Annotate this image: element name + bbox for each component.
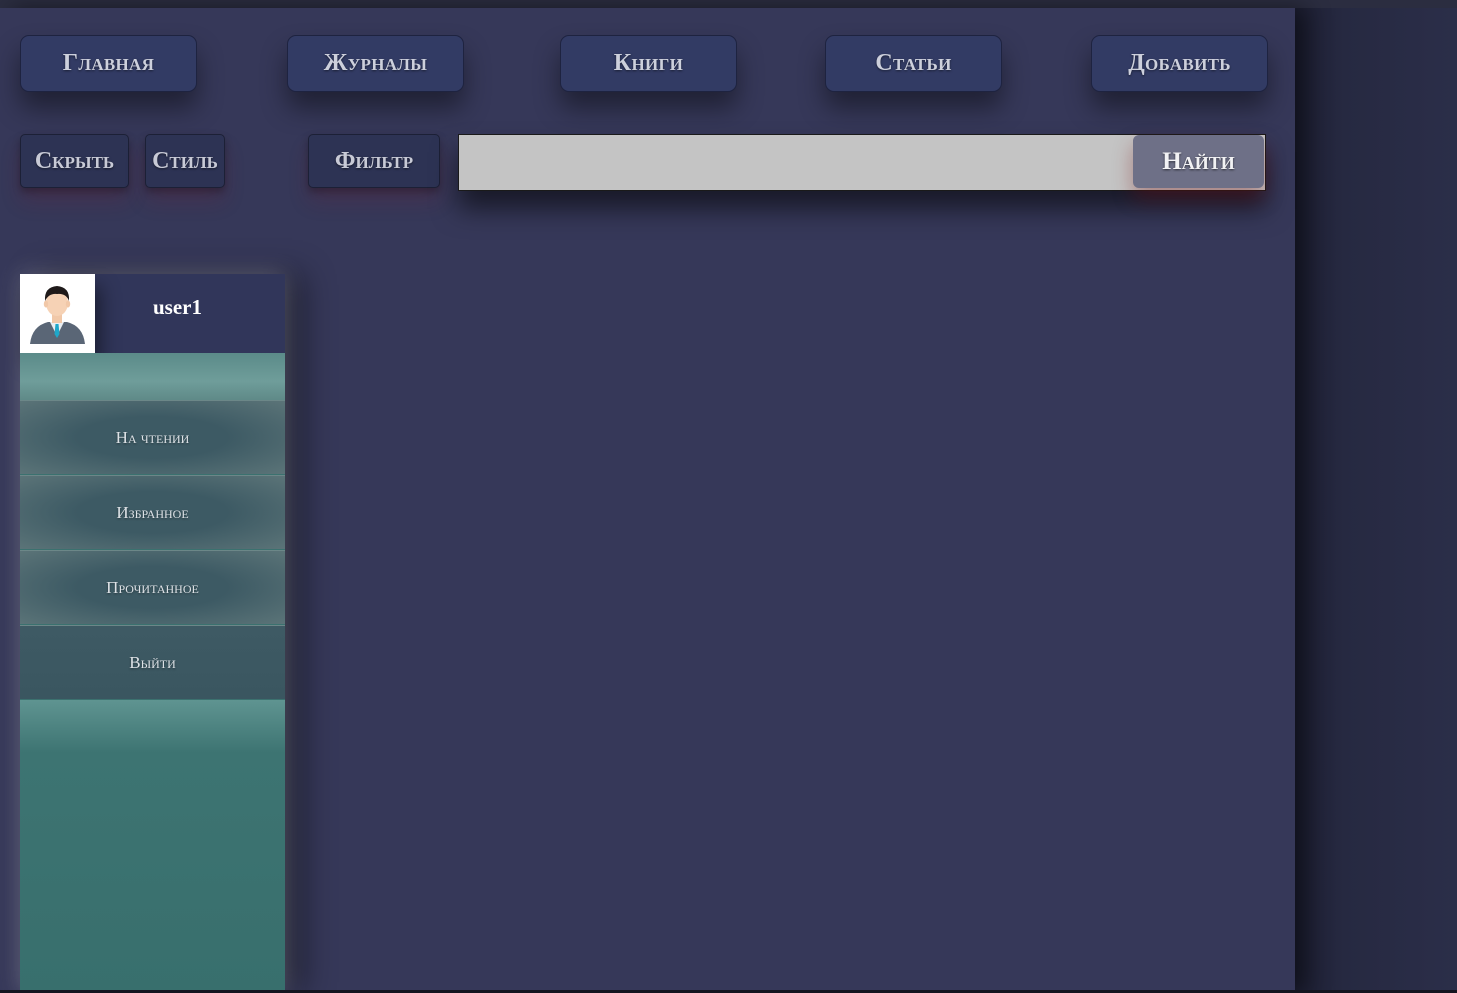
profile-band bbox=[20, 353, 285, 400]
sidebar-item-read[interactable]: Прочитанное bbox=[20, 550, 285, 624]
hide-button[interactable]: Скрыть bbox=[20, 134, 129, 188]
nav-button-articles[interactable]: Статьи bbox=[825, 35, 1002, 92]
search-bar: Найти bbox=[458, 134, 1266, 191]
nav-button-journals[interactable]: Журналы bbox=[287, 35, 464, 92]
nav-button-home[interactable]: Главная bbox=[20, 35, 197, 92]
sidebar-item-logout[interactable]: Выйти bbox=[20, 625, 285, 699]
right-margin bbox=[1295, 8, 1457, 993]
sidebar-lower-area bbox=[20, 700, 285, 993]
sidebar-item-favorites[interactable]: Избранное bbox=[20, 475, 285, 549]
avatar-person-icon bbox=[20, 274, 95, 353]
nav-button-add[interactable]: Добавить bbox=[1091, 35, 1268, 92]
page-container: Главная Журналы Книги Статьи Добавить Ск… bbox=[0, 8, 1295, 993]
nav-button-books[interactable]: Книги bbox=[560, 35, 737, 92]
username-label: user1 bbox=[153, 294, 202, 319]
style-button[interactable]: Стиль bbox=[145, 134, 225, 188]
user-avatar-icon[interactable] bbox=[20, 274, 95, 353]
user-sidebar: user1 На чтении Избранное Прочитанное Вы… bbox=[20, 274, 285, 993]
filter-button[interactable]: Фильтр bbox=[308, 134, 440, 188]
search-button[interactable]: Найти bbox=[1133, 135, 1264, 188]
profile-header: user1 bbox=[20, 274, 285, 353]
sidebar-item-reading[interactable]: На чтении bbox=[20, 400, 285, 474]
